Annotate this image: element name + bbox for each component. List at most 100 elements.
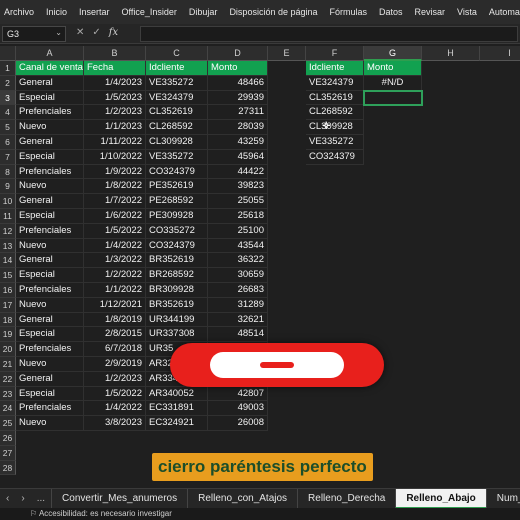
table-cell[interactable]: BR309928 (146, 283, 208, 298)
table-header-cell[interactable]: Idcliente (146, 61, 208, 76)
row-header-28[interactable]: 28 (0, 460, 16, 476)
table-cell[interactable]: Especial (16, 268, 84, 283)
column-header-H[interactable]: H (422, 46, 480, 61)
menu-item-0[interactable]: Archivo (0, 7, 40, 17)
sheet-more-icon[interactable]: ... (31, 493, 51, 504)
table-cell[interactable]: Nuevo (16, 297, 84, 313)
table-cell[interactable]: CL268592 (146, 120, 208, 135)
table-header-cell[interactable]: Monto (208, 61, 268, 76)
table-cell[interactable]: 1/9/2022 (84, 164, 146, 180)
table-cell[interactable]: 43544 (208, 238, 268, 254)
column-header-A[interactable]: A (16, 46, 84, 61)
table-cell[interactable]: 43259 (208, 135, 268, 150)
table-cell[interactable]: UR337308 (146, 327, 208, 343)
table-cell[interactable]: Prefenciales (16, 401, 84, 417)
table-cell[interactable]: 1/10/2022 (84, 149, 146, 165)
menu-item-10[interactable]: Automatizar (483, 7, 520, 17)
row-header-4[interactable]: 4 (0, 105, 16, 121)
table-cell[interactable]: 1/11/2022 (84, 135, 146, 150)
table-header-cell[interactable]: Fecha (84, 61, 146, 76)
menu-item-7[interactable]: Datos (373, 7, 409, 17)
table-cell[interactable]: 1/5/2023 (84, 90, 146, 106)
row-header-24[interactable]: 24 (0, 401, 16, 417)
sheet-nav-next-icon[interactable]: › (15, 493, 30, 504)
table-cell[interactable]: 30659 (208, 268, 268, 283)
table-cell[interactable]: Especial (16, 386, 84, 402)
table-cell[interactable]: General (16, 194, 84, 209)
row-header-2[interactable]: 2 (0, 75, 16, 91)
table-cell[interactable]: 1/4/2022 (84, 401, 146, 417)
row-header-6[interactable]: 6 (0, 135, 16, 150)
table-cell[interactable]: 45964 (208, 149, 268, 165)
table-cell[interactable]: Nuevo (16, 416, 84, 431)
row-header-27[interactable]: 27 (0, 445, 16, 461)
sheet-tab[interactable]: Convertir_Mes_anumeros (51, 489, 187, 508)
table-cell[interactable]: 1/2/2023 (84, 371, 146, 387)
table-cell[interactable]: Especial (16, 149, 84, 165)
table-cell[interactable]: 48514 (208, 327, 268, 343)
table-cell[interactable]: UR344199 (146, 312, 208, 328)
table-cell[interactable]: 32621 (208, 312, 268, 328)
table-cell[interactable]: 3/8/2023 (84, 416, 146, 431)
table-cell[interactable]: 25100 (208, 223, 268, 239)
menu-item-8[interactable]: Revisar (409, 7, 452, 17)
table-cell[interactable]: EC324921 (146, 416, 208, 431)
table-cell[interactable]: 1/4/2022 (84, 238, 146, 254)
table-cell[interactable]: EC331891 (146, 401, 208, 417)
table-cell[interactable]: 25618 (208, 209, 268, 224)
table-cell[interactable]: Prefenciales (16, 283, 84, 298)
row-header-16[interactable]: 16 (0, 283, 16, 298)
row-header-1[interactable]: 1 (0, 61, 16, 76)
table-cell[interactable]: 1/7/2022 (84, 194, 146, 209)
menu-item-6[interactable]: Fórmulas (324, 7, 374, 17)
menu-item-1[interactable]: Inicio (40, 7, 73, 17)
table-cell[interactable]: VE335272 (146, 149, 208, 165)
table-cell[interactable]: Prefenciales (16, 164, 84, 180)
table-cell[interactable]: 1/2/2022 (84, 268, 146, 283)
lookup-id-cell[interactable]: VE335272 (306, 135, 364, 150)
table-cell[interactable]: 1/1/2022 (84, 283, 146, 298)
accessibility-icon[interactable]: ⚐ (30, 509, 39, 518)
row-header-25[interactable]: 25 (0, 416, 16, 431)
menu-item-3[interactable]: Office_Insider (116, 7, 183, 17)
table-cell[interactable]: BR352619 (146, 253, 208, 269)
lookup-id-cell[interactable]: VE324379 (306, 75, 364, 91)
row-header-9[interactable]: 9 (0, 179, 16, 195)
table-cell[interactable]: Especial (16, 90, 84, 106)
table-cell[interactable]: 1/1/2023 (84, 120, 146, 135)
row-header-22[interactable]: 22 (0, 371, 16, 387)
row-header-13[interactable]: 13 (0, 238, 16, 254)
table-cell[interactable]: General (16, 312, 84, 328)
row-header-8[interactable]: 8 (0, 164, 16, 180)
table-cell[interactable]: 6/7/2018 (84, 342, 146, 357)
row-header-23[interactable]: 23 (0, 386, 16, 402)
table-cell[interactable]: 29939 (208, 90, 268, 106)
table-cell[interactable]: 42807 (208, 386, 268, 402)
table-cell[interactable]: Nuevo (16, 120, 84, 135)
table-cell[interactable]: 26008 (208, 416, 268, 431)
lookup-id-cell[interactable]: CL352619 (306, 90, 364, 106)
lookup-id-cell[interactable]: CO324379 (306, 149, 364, 165)
table-cell[interactable]: CL352619 (146, 105, 208, 121)
table-cell[interactable]: 25055 (208, 194, 268, 209)
chevron-down-icon[interactable]: ⌄ (55, 28, 62, 37)
column-header-G[interactable]: G (364, 46, 422, 61)
table-cell[interactable]: BR352619 (146, 297, 208, 313)
table-cell[interactable]: Nuevo (16, 357, 84, 372)
row-header-11[interactable]: 11 (0, 209, 16, 224)
row-header-21[interactable]: 21 (0, 357, 16, 372)
table-cell[interactable]: 2/8/2015 (84, 327, 146, 343)
table-cell[interactable]: 1/6/2022 (84, 209, 146, 224)
table-cell[interactable]: CO324379 (146, 238, 208, 254)
menu-item-4[interactable]: Dibujar (183, 7, 224, 17)
row-header-12[interactable]: 12 (0, 223, 16, 239)
table-cell[interactable]: VE335272 (146, 75, 208, 91)
table-cell[interactable]: 28039 (208, 120, 268, 135)
row-header-10[interactable]: 10 (0, 194, 16, 209)
table-cell[interactable]: CO335272 (146, 223, 208, 239)
row-header-7[interactable]: 7 (0, 149, 16, 165)
table-cell[interactable]: 31289 (208, 297, 268, 313)
table-cell[interactable]: 1/8/2022 (84, 179, 146, 195)
table-cell[interactable]: 1/12/2021 (84, 297, 146, 313)
table-cell[interactable]: 1/3/2022 (84, 253, 146, 269)
